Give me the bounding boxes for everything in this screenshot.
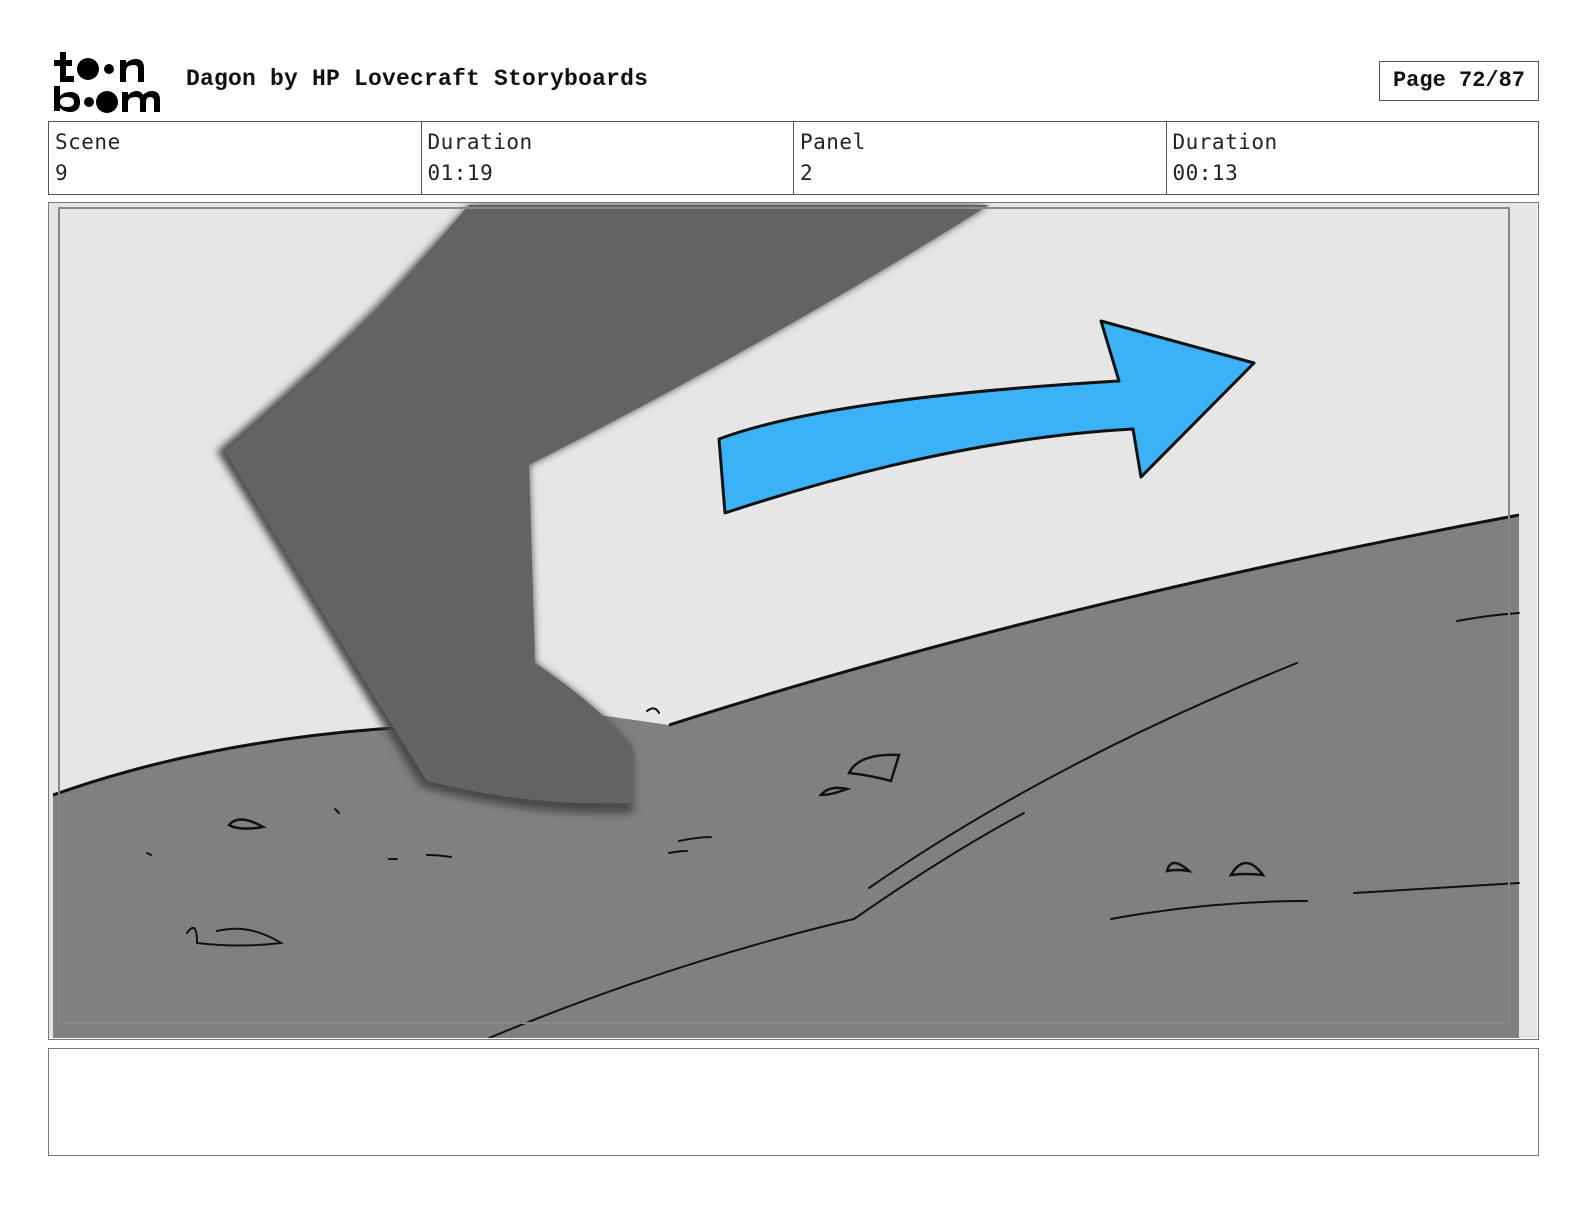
storyboard-panel: [48, 202, 1539, 1040]
scene-duration-value: 01:19: [427, 161, 494, 185]
scene-label: Scene: [55, 130, 121, 154]
logo-text: toon: [52, 50, 55, 51]
page-number: Page 72/87: [1379, 61, 1539, 101]
panel-duration-cell: Duration 00:13: [1165, 122, 1539, 194]
panel-duration-value: 00:13: [1172, 161, 1239, 185]
panel-label: Panel: [800, 130, 866, 154]
panel-value: 2: [800, 161, 814, 185]
panel-duration-label: Duration: [1172, 130, 1278, 154]
toon-boom-logo: toon: [52, 50, 160, 113]
panel-notes: [48, 1048, 1539, 1156]
scene-cell: Scene 9: [49, 122, 421, 194]
scene-duration-label: Duration: [427, 130, 533, 154]
scene-duration-cell: Duration 01:19: [420, 122, 794, 194]
scene-value: 9: [55, 161, 69, 185]
shot-info-table: Scene 9 Duration 01:19 Panel 2 Duration …: [48, 121, 1539, 195]
document-title: Dagon by HP Lovecraft Storyboards: [186, 66, 649, 92]
panel-drawing: [49, 203, 1537, 1038]
panel-cell: Panel 2: [793, 122, 1166, 194]
